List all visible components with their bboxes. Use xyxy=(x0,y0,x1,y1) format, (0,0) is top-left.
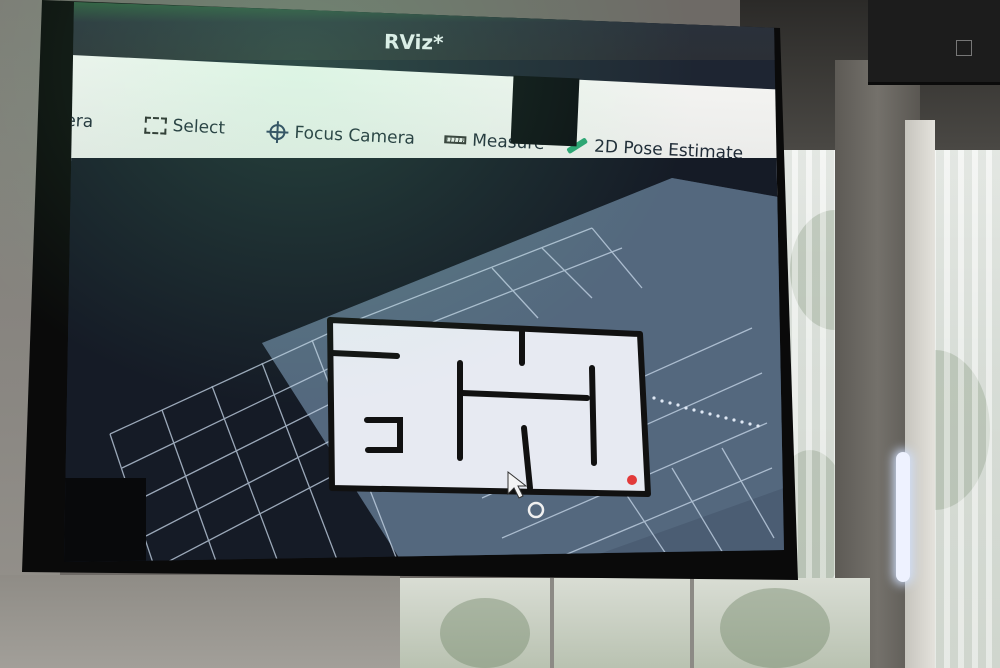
window-frame xyxy=(905,120,935,668)
photo-scene: RViz* mera Select Focus Camera Measure 2… xyxy=(0,0,1000,668)
title-bar: RViz* xyxy=(64,2,784,60)
select-box-icon xyxy=(144,116,168,135)
rviz-window: RViz* mera Select Focus Camera Measure 2… xyxy=(62,2,784,562)
occupancy-map xyxy=(327,317,651,497)
wall-bottom xyxy=(0,575,400,668)
ceiling-speaker xyxy=(868,0,1000,85)
window-title: RViz* xyxy=(383,29,444,55)
curtain-right xyxy=(930,150,1000,668)
focus-crosshair-icon xyxy=(266,121,289,144)
lower-left-obstruction xyxy=(64,478,146,562)
tool-select[interactable]: Select xyxy=(144,115,226,139)
tool-camera[interactable]: mera xyxy=(62,109,94,133)
tool-select-label: Select xyxy=(172,115,226,139)
camera-obstruction xyxy=(510,75,580,147)
ruler-icon xyxy=(444,135,467,145)
robot-marker xyxy=(627,475,637,485)
viewport-render xyxy=(109,178,784,562)
3d-viewport[interactable] xyxy=(64,158,784,562)
light-tube xyxy=(896,452,910,582)
tool-focus-camera-label: Focus Camera xyxy=(293,122,416,149)
lower-window xyxy=(400,578,870,668)
tool-focus-camera[interactable]: Focus Camera xyxy=(266,121,416,150)
tool-camera-label: mera xyxy=(62,109,94,133)
monitor-bezel: RViz* mera Select Focus Camera Measure 2… xyxy=(22,0,798,580)
